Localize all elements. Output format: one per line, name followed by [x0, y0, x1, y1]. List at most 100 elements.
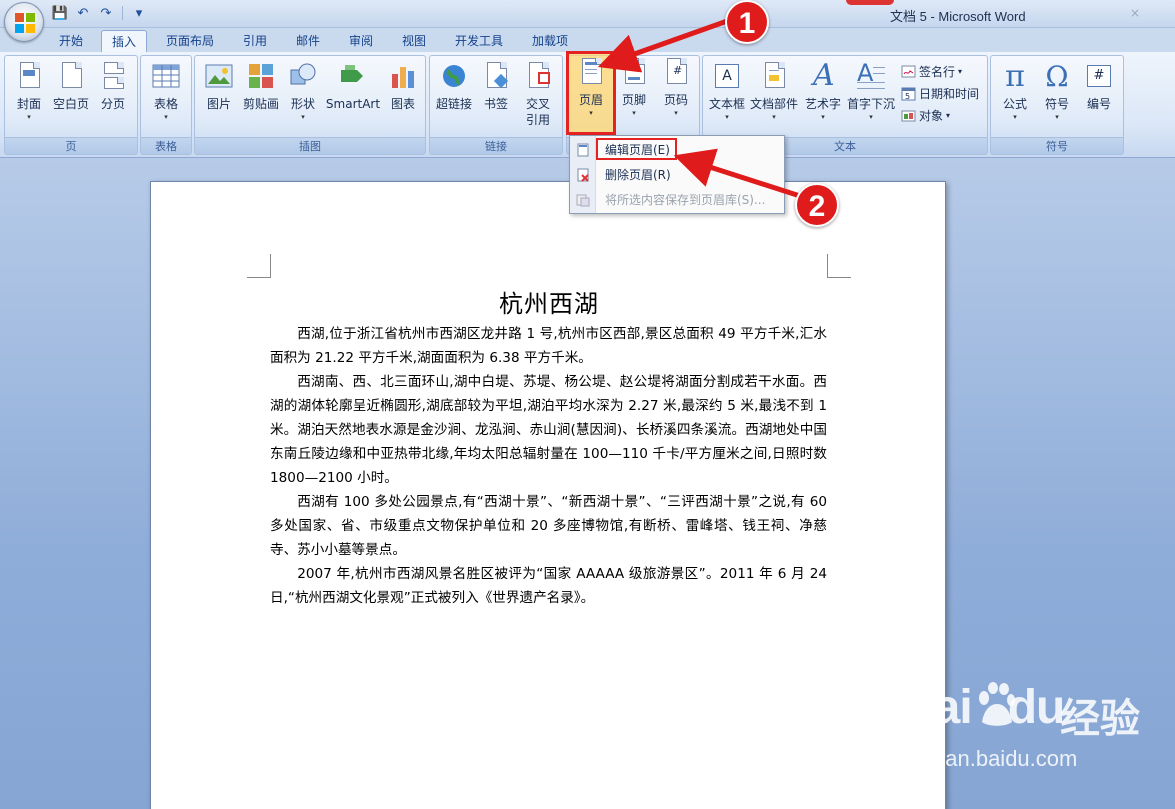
svg-text:5: 5	[905, 92, 910, 101]
equation-button[interactable]: π 公式 ▾	[993, 60, 1037, 136]
paragraph: 2007 年,杭州市西湖风景名胜区被评为“国家 AAAAA 级旅游景区”。201…	[270, 566, 827, 606]
tab-references[interactable]: 引用	[232, 30, 278, 52]
redo-button[interactable]: ↷	[96, 3, 116, 23]
calendar-icon: 5	[901, 87, 916, 101]
footer-icon	[620, 58, 648, 88]
office-logo-icon	[15, 13, 35, 33]
shapes-icon	[289, 62, 317, 92]
undo-button[interactable]: ↶	[73, 3, 93, 23]
remove-header-menu-item[interactable]: 删除页眉(R)	[570, 164, 784, 186]
signature-line-button[interactable]: 签名行 ▾	[901, 61, 962, 81]
text-box-button[interactable]: A 文本框 ▾	[705, 60, 749, 136]
paragraph: 西湖南、西、北三面环山,湖中白堤、苏堤、杨公堤、赵公堤将湖面分割成若干水面。西湖…	[270, 374, 827, 486]
tab-insert[interactable]: 插入	[101, 30, 147, 52]
save-button[interactable]: 💾	[50, 3, 70, 23]
page-number-button[interactable]: # 页码 ▾	[654, 56, 698, 132]
watermark-url: jingyan.baidu.com	[900, 746, 1078, 771]
tab-mailings[interactable]: 邮件	[285, 30, 331, 52]
office-button[interactable]	[4, 2, 44, 42]
footer-button[interactable]: 页脚 ▾	[612, 56, 656, 132]
bookmark-button[interactable]: 书签	[474, 60, 518, 136]
paw-icon	[979, 682, 1015, 726]
document-body[interactable]: 西湖,位于浙江省杭州市西湖区龙井路 1 号,杭州市区西部,景区总面积 49 平方…	[270, 322, 827, 610]
step-1-badge: 1	[725, 0, 769, 44]
text-box-icon: A	[713, 62, 741, 92]
table-button[interactable]: 表格 ▾	[144, 60, 188, 136]
watermark-brand: Bai	[900, 681, 973, 734]
paragraph: 西湖,位于浙江省杭州市西湖区龙井路 1 号,杭州市区西部,景区总面积 49 平方…	[270, 326, 827, 366]
chart-button[interactable]: 图表	[381, 60, 425, 136]
clip-art-button[interactable]: 剪贴画	[239, 60, 283, 136]
tab-developer[interactable]: 开发工具	[446, 30, 512, 52]
margin-corner-top-left	[247, 254, 271, 278]
save-gallery-icon	[576, 194, 590, 207]
tab-addins[interactable]: 加载项	[522, 30, 578, 52]
group-tables: 表格 ▾ 表格	[140, 55, 192, 155]
group-symbols: π 公式 ▾ Ω 符号 ▾ # 编号 符号	[990, 55, 1124, 155]
cross-reference-icon	[524, 62, 552, 92]
page-number-icon: #	[662, 58, 690, 88]
title-decoration	[846, 0, 894, 5]
customize-qat-button[interactable]: ▾	[129, 3, 149, 23]
clip-art-icon	[247, 62, 275, 92]
chart-icon	[389, 62, 417, 92]
number-icon: #	[1085, 62, 1113, 92]
picture-icon	[205, 62, 233, 92]
numbering-button[interactable]: # 编号	[1077, 60, 1121, 136]
object-icon	[901, 110, 916, 121]
cover-page-button[interactable]: 封面 ▾	[7, 60, 51, 136]
paragraph: 西湖有 100 多处公园景点,有“西湖十景”、“新西湖十景”、“三评西湖十景”之…	[270, 494, 827, 558]
tab-view[interactable]: 视图	[391, 30, 437, 52]
title-bar: 💾 ↶ ↷ ▾ 文档 5 - Microsoft Word ×	[0, 0, 1175, 28]
tab-page-layout[interactable]: 页面布局	[156, 30, 224, 52]
cross-reference-button[interactable]: 交叉 引用	[516, 60, 560, 136]
wordart-button[interactable]: A 艺术字 ▾	[801, 58, 845, 136]
page-break-icon	[99, 62, 127, 92]
blank-page-button[interactable]: 空白页	[49, 60, 93, 136]
tab-home[interactable]: 开始	[48, 30, 94, 52]
date-time-button[interactable]: 5 日期和时间	[901, 83, 979, 103]
quick-parts-button[interactable]: 文档部件 ▾	[749, 60, 799, 136]
symbol-button[interactable]: Ω 符号 ▾	[1035, 60, 1079, 136]
window-title: 文档 5 - Microsoft Word	[890, 9, 1026, 24]
pi-icon: π	[1005, 59, 1025, 94]
shapes-button[interactable]: 形状 ▾	[281, 60, 325, 136]
group-illustrations: 图片 剪贴画 形状 ▾ SmartArt 图表 插图	[194, 55, 426, 155]
smartart-icon	[339, 62, 367, 92]
margin-corner-top-right	[827, 254, 851, 278]
blank-page-icon	[57, 62, 85, 92]
bookmark-icon	[482, 62, 510, 92]
document-page[interactable]: 杭州西湖 西湖,位于浙江省杭州市西湖区龙井路 1 号,杭州市区西部,景区总面积 …	[150, 181, 946, 809]
header-icon	[577, 58, 605, 88]
group-links: 超链接 书签 交叉 引用 链接	[429, 55, 563, 155]
step-2-badge: 2	[795, 183, 839, 227]
ribbon-tabs: 开始 插入 页面布局 引用 邮件 审阅 视图 开发工具 加载项	[0, 28, 1175, 52]
document-title: 杭州西湖	[499, 290, 599, 318]
edit-header-highlight	[596, 138, 677, 160]
cover-page-icon	[15, 62, 43, 92]
window-controls[interactable]: ×	[1130, 6, 1170, 22]
smartart-button[interactable]: SmartArt	[325, 60, 381, 136]
quick-parts-icon	[760, 62, 788, 92]
picture-button[interactable]: 图片	[197, 60, 241, 136]
watermark-cn: 经验	[1060, 696, 1140, 742]
group-pages: 封面 ▾ 空白页 分页 页	[4, 55, 138, 155]
tab-review[interactable]: 审阅	[338, 30, 384, 52]
table-icon	[152, 62, 180, 92]
edit-header-icon	[577, 143, 589, 157]
drop-cap-icon: A	[857, 59, 885, 92]
object-button[interactable]: 对象 ▾	[901, 105, 950, 125]
hyperlink-button[interactable]: 超链接	[432, 60, 476, 136]
qat-separator	[122, 6, 123, 20]
remove-header-icon	[577, 168, 589, 182]
drop-cap-button[interactable]: A 首字下沉 ▾	[845, 59, 897, 136]
page-break-button[interactable]: 分页	[91, 60, 135, 136]
quick-access-toolbar: 💾 ↶ ↷ ▾	[50, 3, 149, 23]
save-to-gallery-menu-item[interactable]: 将所选内容保存到页眉库(S)...	[570, 189, 784, 211]
omega-icon: Ω	[1045, 60, 1069, 93]
wordart-icon: A	[813, 58, 835, 93]
signature-icon	[901, 65, 916, 77]
header-button[interactable]: 页眉 ▾	[569, 56, 613, 132]
watermark-brand-suffix: du	[1007, 681, 1066, 734]
globe-icon	[440, 62, 468, 92]
